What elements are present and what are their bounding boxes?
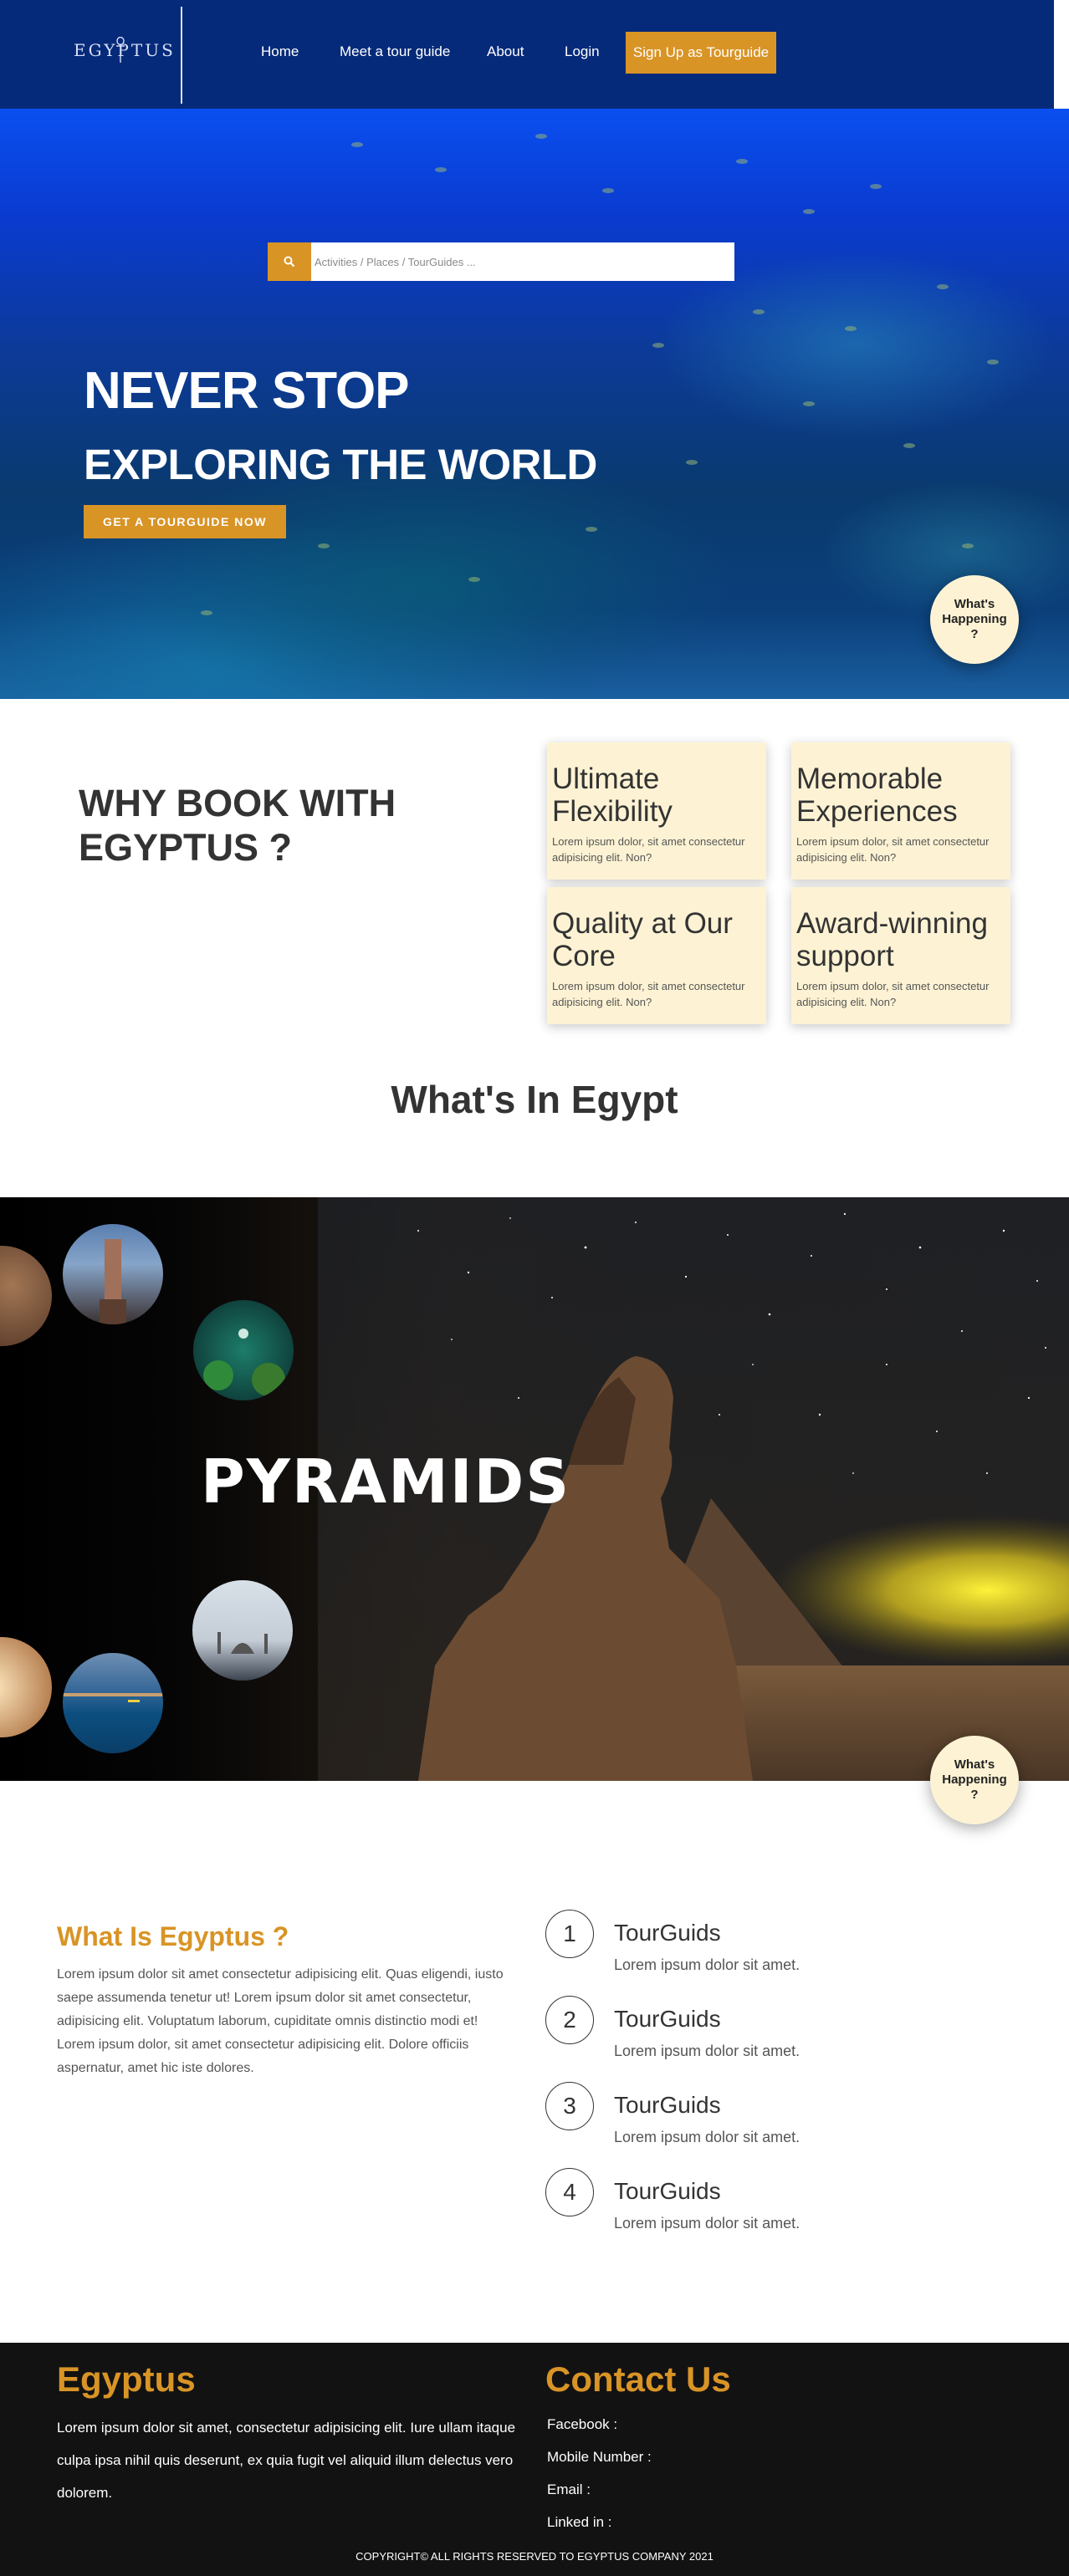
whats-happening-label: What's Happening ?	[942, 1757, 1007, 1802]
search-input[interactable]	[311, 242, 734, 281]
about-title: What Is Egyptus ?	[57, 1921, 289, 1951]
feature-card: Award-winning support Lorem ipsum dolor,…	[791, 887, 1010, 1024]
step-text: Lorem ipsum dolor sit amet.	[614, 2129, 800, 2145]
nav-link-login[interactable]: Login	[565, 43, 600, 60]
mosque-image	[217, 1632, 268, 1654]
feature-text: Lorem ipsum dolor, sit amet consectetur …	[796, 980, 990, 1009]
whats-in-egypt-title: What's In Egypt	[391, 1078, 678, 1121]
footer-text: Lorem ipsum dolor sit amet, consectetur …	[57, 2420, 516, 2502]
feature-title: Quality at Our Core	[552, 907, 733, 973]
step-number: 3	[545, 2082, 594, 2130]
footer-brand: Egyptus	[57, 2359, 196, 2399]
step-number: 2	[545, 1996, 594, 2044]
tower-image	[100, 1239, 126, 1324]
logo[interactable]: EGYPTUS	[74, 37, 173, 74]
step-text: Lorem ipsum dolor sit amet.	[614, 2043, 800, 2059]
feature-title: Memorable Experiences	[796, 763, 958, 829]
step-item: 2 TourGuids Lorem ipsum dolor sit amet.	[545, 1996, 964, 2063]
step-number: 1	[545, 1910, 594, 1958]
nav-link-about[interactable]: About	[487, 43, 524, 60]
signup-tourguide-button[interactable]: Sign Up as Tourguide	[626, 32, 776, 74]
search-bar	[268, 242, 734, 281]
nav-link-meet-tour-guide[interactable]: Meet a tour guide	[340, 43, 450, 60]
get-tourguide-button[interactable]: GET A TOURGUIDE NOW	[84, 505, 286, 538]
navbar: EGYPTUS Home Meet a tour guide About Log…	[0, 0, 1054, 109]
slider-thumb-tower[interactable]	[63, 1224, 163, 1324]
feature-card: Quality at Our Core Lorem ipsum dolor, s…	[547, 887, 766, 1024]
contact-facebook: Facebook :	[547, 2416, 618, 2432]
footer: Egyptus Lorem ipsum dolor sit amet, cons…	[0, 2343, 1069, 2576]
diving-image	[203, 1329, 285, 1396]
feature-text: Lorem ipsum dolor, sit amet consectetur …	[796, 835, 990, 865]
step-number: 4	[545, 2168, 594, 2216]
slider-thumb-diving[interactable]	[193, 1300, 294, 1400]
step-text: Lorem ipsum dolor sit amet.	[614, 1956, 800, 1973]
whats-happening-label: What's Happening ?	[942, 597, 1007, 641]
step-item: 3 TourGuids Lorem ipsum dolor sit amet.	[545, 2082, 964, 2149]
feature-card: Memorable Experiences Lorem ipsum dolor,…	[791, 742, 1010, 880]
about-text: Lorem ipsum dolor sit amet consectetur a…	[57, 1967, 504, 2075]
step-title: TourGuids	[614, 2092, 721, 2118]
feature-title: Ultimate Flexibility	[552, 763, 673, 829]
search-button[interactable]	[268, 242, 311, 281]
hero-title-line2: EXPLORING THE WORLD	[84, 441, 597, 488]
step-item: 1 TourGuids Lorem ipsum dolor sit amet.	[545, 1910, 964, 1977]
step-text: Lorem ipsum dolor sit amet.	[614, 2215, 800, 2232]
contact-linkedin: Linked in :	[547, 2514, 612, 2530]
search-icon	[284, 256, 295, 268]
step-item: 4 TourGuids Lorem ipsum dolor sit amet.	[545, 2168, 964, 2235]
step-title: TourGuids	[614, 2006, 721, 2032]
contact-email: Email :	[547, 2482, 591, 2497]
hero-title-line1: NEVER STOP	[84, 362, 410, 420]
copyright: COPYRIGHT© ALL RIGHTS RESERVED TO EGYPTU…	[355, 2550, 714, 2563]
step-title: TourGuids	[614, 2178, 721, 2204]
slider-thumb-sea[interactable]	[63, 1653, 163, 1753]
feature-text: Lorem ipsum dolor, sit amet consectetur …	[552, 835, 745, 865]
slide-title: PYRAMIDS	[201, 1446, 571, 1517]
step-title: TourGuids	[614, 1920, 721, 1946]
destination-slider: PYRAMIDS	[0, 1197, 1069, 1781]
whats-happening-button-repeat[interactable]: What's Happening ?	[930, 1736, 1019, 1824]
contact-title: Contact Us	[545, 2359, 731, 2399]
whats-happening-button[interactable]: What's Happening ?	[930, 575, 1019, 664]
ankh-icon	[116, 37, 125, 63]
feature-card: Ultimate Flexibility Lorem ipsum dolor, …	[547, 742, 766, 880]
feature-title: Award-winning support	[796, 907, 988, 973]
logo-divider	[181, 7, 182, 104]
hero-section: NEVER STOP EXPLORING THE WORLD GET A TOU…	[0, 109, 1069, 699]
contact-mobile: Mobile Number :	[547, 2449, 652, 2465]
feature-text: Lorem ipsum dolor, sit amet consectetur …	[552, 980, 745, 1009]
sea-image	[63, 1693, 163, 1702]
nav-link-home[interactable]: Home	[261, 43, 299, 60]
slider-thumb-mosque[interactable]	[192, 1580, 293, 1681]
why-book-title: WHY BOOK WITH EGYPTUS ?	[79, 782, 396, 870]
